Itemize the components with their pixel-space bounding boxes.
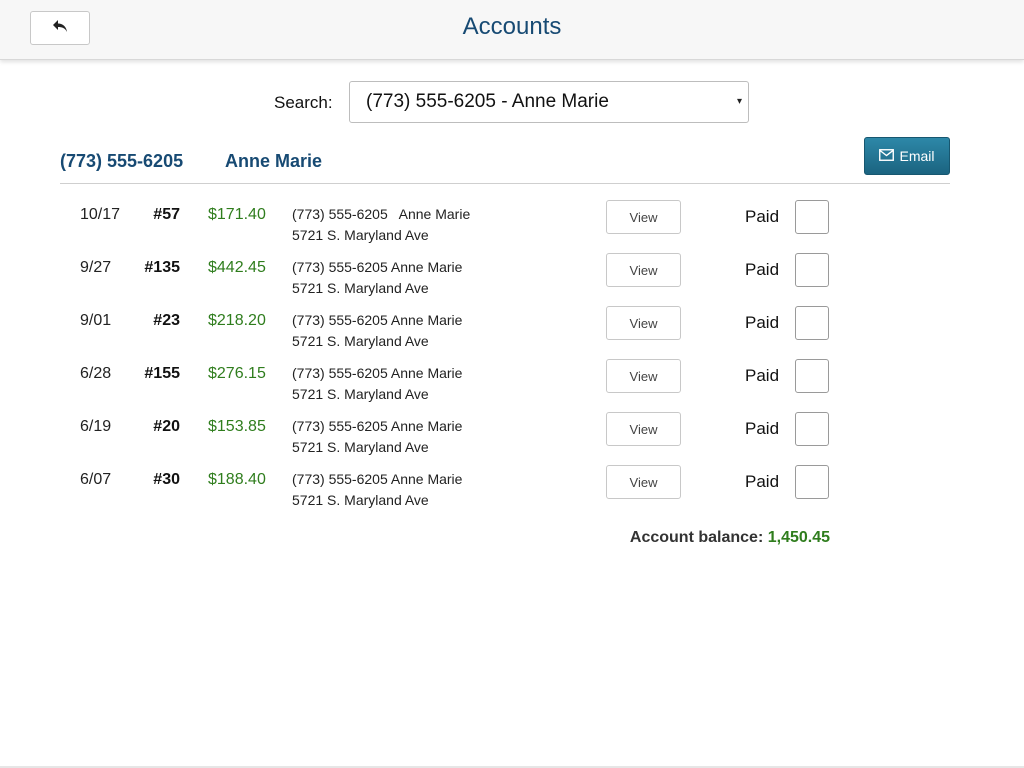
search-selected-value: (773) 555-6205 - Anne Marie [366,91,609,112]
invoice-date: 6/19 [80,418,112,435]
invoice-date: 10/17 [80,206,121,223]
invoice-contact: (773) 555-6205 Anne Marie [292,418,463,434]
dropdown-caret-icon: ▾ [736,96,742,107]
invoice-amount: $153.85 [208,418,266,435]
invoice-amount: $188.40 [208,471,266,488]
view-button[interactable]: View [606,465,681,499]
invoice-date: 9/27 [80,259,112,276]
invoice-address: 5721 S. Maryland Ave [292,386,429,402]
view-button[interactable]: View [606,359,681,393]
invoice-row: 6/19 #20 $153.85 (773) 555-6205 Anne Mar… [0,412,1024,471]
invoice-number: #57 [153,206,180,223]
envelope-icon [879,148,895,164]
invoice-row: 6/28 #155 $276.15 (773) 555-6205 Anne Ma… [0,359,1024,418]
search-select[interactable]: (773) 555-6205 - Anne Marie ▾ [349,81,749,123]
invoice-address: 5721 S. Maryland Ave [292,492,429,508]
search-label: Search: [274,93,333,112]
paid-checkbox[interactable] [795,359,829,393]
invoice-contact: (773) 555-6205 Anne Marie [292,365,463,381]
page-title: Accounts [462,13,562,40]
app-header: Accounts [0,0,1024,60]
invoice-address: 5721 S. Maryland Ave [292,439,429,455]
invoice-amount: $171.40 [208,206,266,223]
balance-label: Account balance: [629,529,764,546]
section-divider [60,183,950,184]
invoice-address: 5721 S. Maryland Ave [292,227,429,243]
invoice-amount: $442.45 [208,259,266,276]
paid-label: Paid [745,419,780,438]
paid-checkbox[interactable] [795,465,829,499]
invoice-amount: $276.15 [208,365,266,382]
invoice-contact: (773) 555-6205 Anne Marie [292,206,471,222]
account-name: Anne Marie [225,151,323,171]
invoice-row: 10/17 #57 $171.40 (773) 555-6205 Anne Ma… [0,200,1024,259]
paid-checkbox[interactable] [795,306,829,340]
view-button[interactable]: View [606,200,681,234]
account-phone: (773) 555-6205 [60,151,184,171]
view-button[interactable]: View [606,253,681,287]
invoice-row: 6/07 #30 $188.40 (773) 555-6205 Anne Mar… [0,465,1024,524]
paid-label: Paid [745,366,780,385]
invoice-date: 6/07 [80,471,112,488]
paid-label: Paid [745,313,780,332]
invoice-address: 5721 S. Maryland Ave [292,333,429,349]
invoice-number: #20 [153,418,180,435]
invoice-address: 5721 S. Maryland Ave [292,280,429,296]
paid-checkbox[interactable] [795,412,829,446]
invoice-row: 9/01 #23 $218.20 (773) 555-6205 Anne Mar… [0,306,1024,365]
paid-label: Paid [745,207,780,226]
email-button[interactable]: Email [864,137,950,175]
invoice-amount: $218.20 [208,312,266,329]
paid-checkbox[interactable] [795,253,829,287]
view-button[interactable]: View [606,306,681,340]
invoice-number: #155 [144,365,180,382]
invoice-row: 9/27 #135 $442.45 (773) 555-6205 Anne Ma… [0,253,1024,312]
paid-label: Paid [745,472,780,491]
account-balance: Account balance: 1,450.45 [630,529,830,547]
invoice-number: #23 [153,312,180,329]
invoice-number: #30 [153,471,180,488]
email-button-label: Email [899,148,935,164]
invoice-contact: (773) 555-6205 Anne Marie [292,471,463,487]
paid-label: Paid [745,260,780,279]
invoice-contact: (773) 555-6205 Anne Marie [292,312,463,328]
balance-value: 1,450.45 [767,529,830,546]
invoice-date: 6/28 [80,365,112,382]
paid-checkbox[interactable] [795,200,829,234]
invoice-number: #135 [144,259,180,276]
view-button[interactable]: View [606,412,681,446]
invoice-contact: (773) 555-6205 Anne Marie [292,259,463,275]
invoice-date: 9/01 [80,312,112,329]
